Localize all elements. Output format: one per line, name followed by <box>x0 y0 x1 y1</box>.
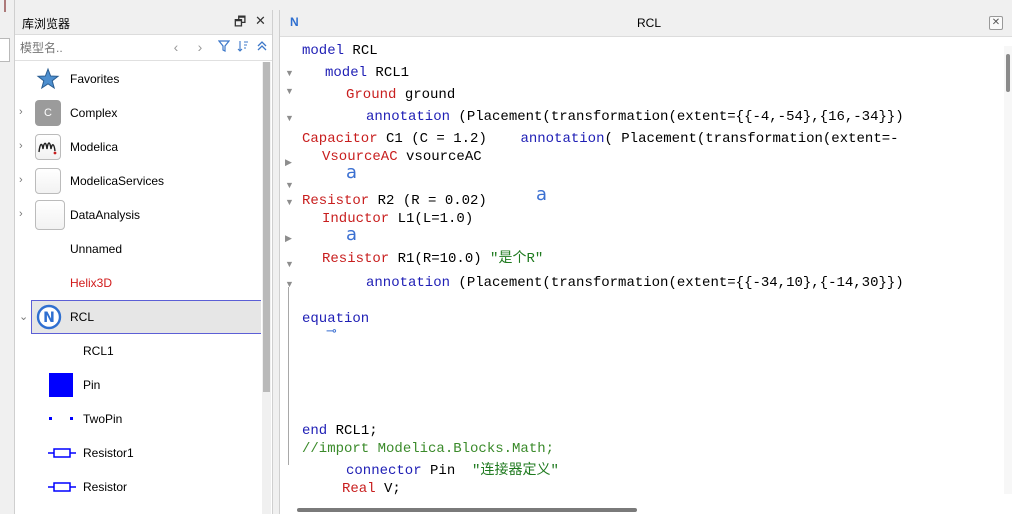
close-panel-button[interactable]: ✕ <box>255 13 266 29</box>
tree-item-dataanalysis[interactable]: › DataAnalysis <box>15 198 261 232</box>
editor-title: RCL <box>637 16 662 30</box>
package-icon <box>35 200 65 230</box>
tree-item-label: Favorites <box>70 72 120 86</box>
code-line: model RCL1 <box>325 65 410 81</box>
tree-item-label: Modelica <box>70 140 119 154</box>
tree-item-resistor[interactable]: Resistor <box>15 470 261 504</box>
model-search-input[interactable] <box>18 38 170 58</box>
fold-line <box>288 287 289 465</box>
code-comment: //import Modelica.Blocks.Math; <box>302 441 555 457</box>
blue-square-icon <box>49 373 73 397</box>
n-file-icon: N <box>290 15 299 29</box>
filter-icon[interactable] <box>215 38 233 56</box>
tree-item-unnamed[interactable]: Unnamed <box>15 232 261 266</box>
tree-item-helix3d[interactable]: Helix3D <box>15 266 261 300</box>
code-line: end RCL1; <box>302 423 378 439</box>
tree-item-label: Complex <box>70 106 118 120</box>
fold-marker-icon[interactable]: ▼ <box>285 68 294 78</box>
tree-item-label: Pin <box>83 378 101 392</box>
package-icon <box>35 168 61 194</box>
chevron-right-icon[interactable]: › <box>19 140 29 152</box>
tree-item-label: Unnamed <box>70 242 123 256</box>
library-title-bar: 库浏览器 🗗 ✕ <box>15 10 272 35</box>
tree-item-label: Resistor <box>83 480 128 494</box>
chevron-right-icon[interactable]: › <box>19 106 29 118</box>
code-line: Resistor R2 (R = 0.02) <box>302 193 487 209</box>
library-title: 库浏览器 <box>22 17 71 31</box>
library-scrollbar[interactable] <box>262 62 271 514</box>
library-search-row: ‹ › <box>15 36 272 61</box>
code-line: connector Pin "连接器定义" <box>346 463 559 479</box>
code-line: Capacitor C1 (C = 1.2) annotation( Place… <box>302 131 899 147</box>
selected-highlight: N RCL <box>31 300 261 334</box>
tree-item-modelica[interactable]: › Modelica <box>15 130 261 164</box>
tree-item-label: Resistor1 <box>83 446 134 460</box>
collapse-all-icon[interactable] <box>253 38 271 56</box>
annotation-marker-icon[interactable]: a <box>536 184 547 205</box>
fold-marker-icon[interactable]: ▼ <box>285 279 294 289</box>
cursor-line <box>4 0 6 12</box>
tree-item-pin[interactable]: Pin <box>15 368 261 402</box>
annotation-marker-icon[interactable]: a <box>346 224 357 245</box>
resistor-icon <box>47 474 77 500</box>
float-panel-button[interactable]: 🗗 <box>234 13 246 35</box>
editor-vertical-scrollbar[interactable] <box>1004 46 1012 494</box>
fold-gutter: ▼ ▼ ▼ ▶ ▼ ▼ ▶ ▼ ▼ <box>280 37 298 514</box>
tree-item-rcl1[interactable]: RCL1 <box>15 334 261 368</box>
annotation-marker-icon[interactable]: a <box>346 162 357 183</box>
tree-item-modelicaservices[interactable]: › ModelicaServices <box>15 164 261 198</box>
fold-marker-icon[interactable]: ▼ <box>285 180 294 190</box>
editor-horizontal-scrollbar[interactable] <box>297 508 637 512</box>
code-line: Real V; <box>342 481 401 497</box>
tree-item-complex[interactable]: › C Complex <box>15 96 261 130</box>
n-circle-icon: N <box>36 304 62 330</box>
chevron-down-icon[interactable]: ⌄ <box>19 310 29 323</box>
fold-marker-icon[interactable]: ▼ <box>285 113 294 123</box>
code-editor-panel: N RCL ✕ ▼ ▼ ▼ ▶ ▼ ▼ ▶ ▼ ▼ model RCL mode… <box>279 10 1012 514</box>
sort-icon[interactable] <box>234 38 252 56</box>
tree-item-label: RCL1 <box>83 344 114 358</box>
two-dots-icon <box>47 406 73 432</box>
left-panel-sliver <box>0 0 15 514</box>
tree-item-label: DataAnalysis <box>70 208 141 222</box>
code-line: annotation (Placement(transformation(ext… <box>366 275 904 291</box>
tree-item-resistor1[interactable]: Resistor1 <box>15 436 261 470</box>
complex-package-icon: C <box>35 100 61 126</box>
connect-marker-icon[interactable]: ⊸ <box>326 324 337 339</box>
fold-marker-icon[interactable]: ▶ <box>285 233 292 244</box>
chevron-right-icon[interactable]: › <box>19 208 29 220</box>
resistor-icon <box>47 440 77 466</box>
tree-item-favorites[interactable]: Favorites <box>15 62 261 96</box>
chevron-right-icon[interactable]: › <box>191 38 209 56</box>
code-line: Resistor R1(R=10.0) "是个R" <box>322 251 544 267</box>
star-icon <box>35 66 61 92</box>
modelica-logo-icon <box>35 134 61 160</box>
library-tree: Favorites › C Complex › Modelica › Model… <box>15 62 261 514</box>
code-line: model RCL <box>302 43 378 59</box>
editor-title-bar: N RCL ✕ <box>280 10 1012 37</box>
scrollbar-thumb[interactable] <box>263 62 270 392</box>
scrollbar-thumb[interactable] <box>1006 54 1010 92</box>
close-editor-button[interactable]: ✕ <box>989 16 1003 30</box>
fold-marker-icon[interactable]: ▼ <box>285 259 294 269</box>
chevron-left-icon[interactable]: ‹ <box>167 38 185 56</box>
tree-item-rcl[interactable]: ⌄ N RCL <box>15 300 261 334</box>
fold-marker-icon[interactable]: ▶ <box>285 157 292 168</box>
tree-item-label: ModelicaServices <box>70 174 165 188</box>
code-line: Ground ground <box>346 87 456 103</box>
svg-text:N: N <box>43 310 55 326</box>
library-browser-panel: 库浏览器 🗗 ✕ ‹ › Favorites › C Complex <box>14 10 273 514</box>
fold-marker-icon[interactable]: ▼ <box>285 86 294 96</box>
code-line: Inductor L1(L=1.0) <box>322 211 474 227</box>
code-area[interactable]: model RCL model RCL1 Ground ground annot… <box>302 40 1002 510</box>
tree-item-label: TwoPin <box>83 412 123 426</box>
chevron-right-icon[interactable]: › <box>19 174 29 186</box>
tree-item-label: Helix3D <box>70 276 113 290</box>
code-line: annotation (Placement(transformation(ext… <box>366 109 904 125</box>
tree-item-twopin[interactable]: TwoPin <box>15 402 261 436</box>
tree-item-label: RCL <box>70 310 95 324</box>
fold-marker-icon[interactable]: ▼ <box>285 197 294 207</box>
truncated-input[interactable] <box>0 38 10 62</box>
